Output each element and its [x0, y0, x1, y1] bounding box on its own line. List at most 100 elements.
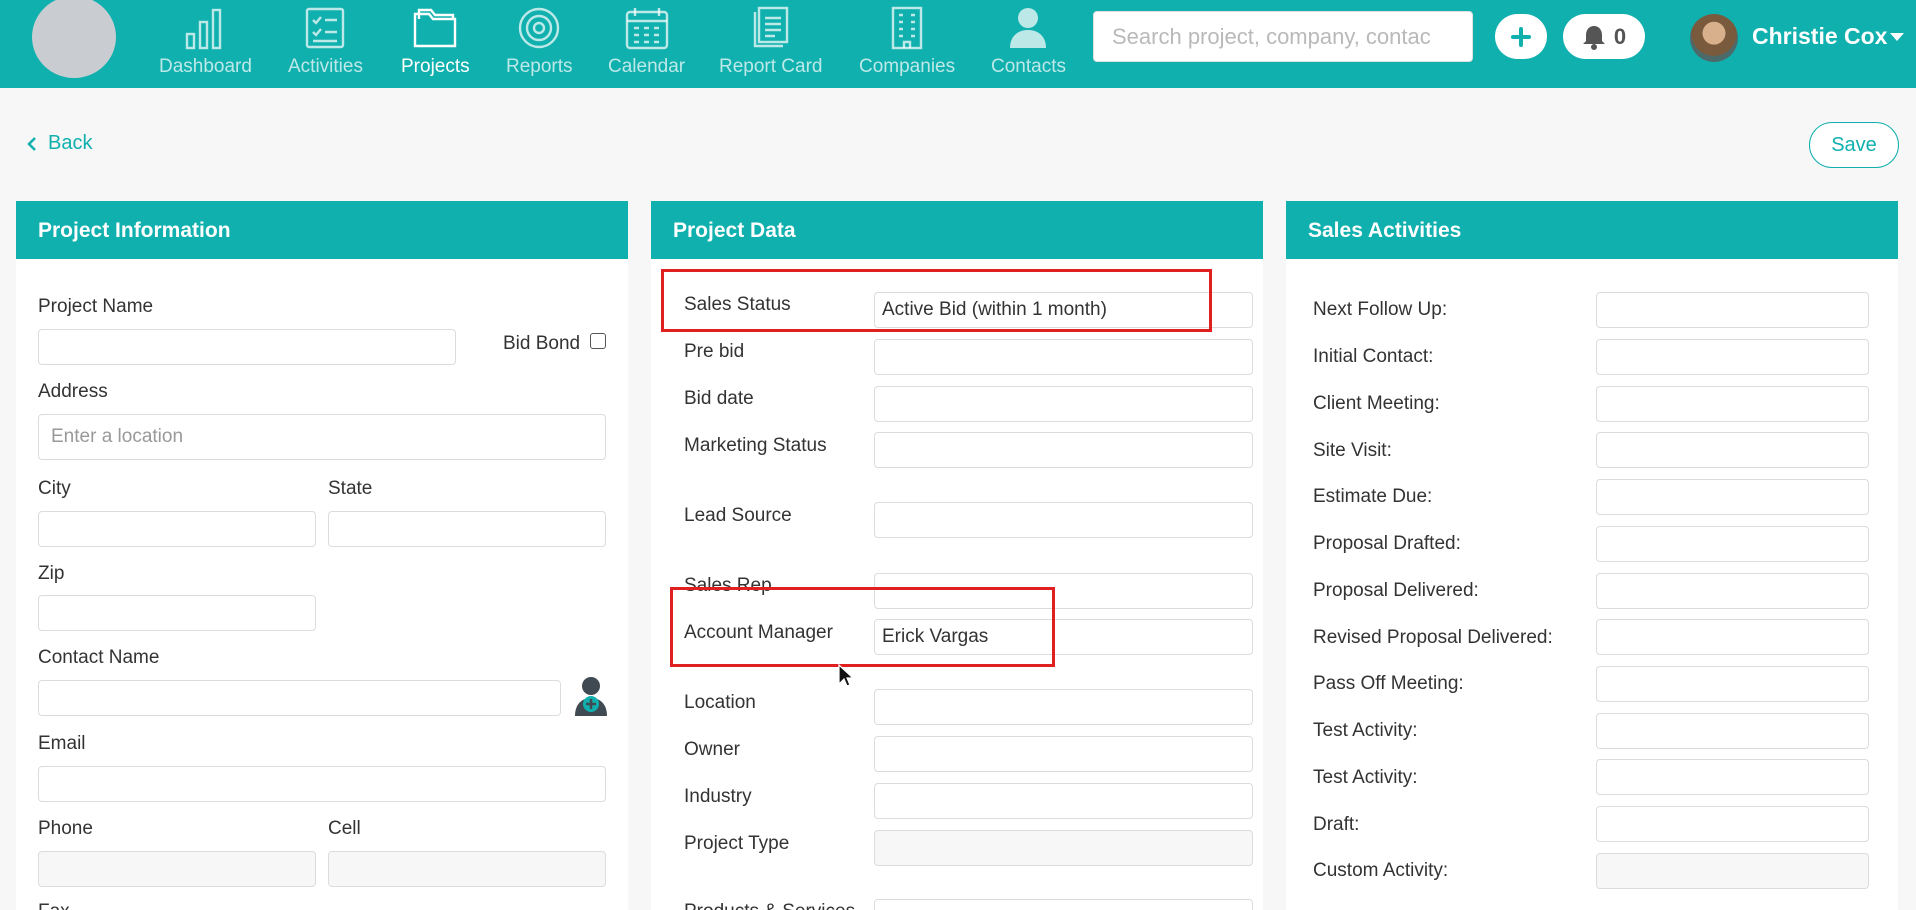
custom-activity-input[interactable]	[1596, 853, 1869, 889]
client-meeting-input[interactable]	[1596, 386, 1869, 422]
back-link[interactable]: Back	[26, 132, 92, 155]
nav-reports-label: Reports	[506, 56, 573, 77]
search-input[interactable]	[1093, 11, 1473, 62]
proposal-drafted-label: Proposal Drafted:	[1313, 533, 1461, 554]
nav-projects[interactable]: Projects	[401, 6, 470, 84]
fax-label: Fax	[38, 901, 70, 910]
chevron-left-icon	[27, 136, 36, 151]
cell-input[interactable]	[328, 851, 606, 887]
next-follow-up-label: Next Follow Up:	[1313, 299, 1448, 320]
chevron-down-icon[interactable]	[1890, 33, 1904, 41]
test-activity-input[interactable]	[1596, 759, 1869, 795]
test-activity-label: Test Activity:	[1313, 720, 1418, 741]
documents-icon	[753, 6, 788, 48]
nav-companies-label: Companies	[859, 56, 956, 77]
phone-input[interactable]	[38, 851, 316, 887]
revised-proposal-delivered-input[interactable]	[1596, 619, 1869, 655]
bid-date-input[interactable]	[874, 386, 1253, 422]
nav-report-card-label: Report Card	[719, 56, 823, 77]
pass-off-meeting-label: Pass Off Meeting:	[1313, 673, 1464, 694]
test-activity-label: Test Activity:	[1313, 767, 1418, 788]
checklist-icon	[306, 7, 345, 49]
zip-input[interactable]	[38, 595, 316, 631]
notifications-button[interactable]: 0	[1563, 14, 1645, 59]
test-activity-input[interactable]	[1596, 713, 1869, 749]
calendar-icon	[625, 8, 668, 50]
nav-dashboard[interactable]: Dashboard	[159, 6, 252, 84]
save-button[interactable]: Save	[1809, 122, 1899, 168]
client-meeting-label: Client Meeting:	[1313, 393, 1440, 414]
proposal-delivered-input[interactable]	[1596, 573, 1869, 609]
sales-activities-title: Sales Activities	[1286, 201, 1898, 259]
mouse-cursor-icon	[838, 664, 854, 687]
address-label: Address	[38, 381, 108, 402]
draft-input[interactable]	[1596, 806, 1869, 842]
zip-label: Zip	[38, 563, 65, 584]
nav-projects-label: Projects	[401, 56, 470, 77]
state-input[interactable]	[328, 511, 606, 547]
address-input[interactable]	[38, 414, 606, 460]
pre-bid-label: Pre bid	[684, 341, 745, 362]
add-button[interactable]	[1495, 14, 1547, 59]
revised-proposal-delivered-label: Revised Proposal Delivered:	[1313, 627, 1553, 648]
bar-chart-icon	[186, 8, 222, 50]
industry-input[interactable]	[874, 783, 1253, 819]
project-name-label: Project Name	[38, 296, 154, 317]
estimate-due-input[interactable]	[1596, 479, 1869, 515]
nav-report-card[interactable]: Report Card	[719, 6, 823, 84]
project-information-title: Project Information	[16, 201, 628, 259]
nav-contacts-label: Contacts	[991, 56, 1066, 77]
proposal-delivered-label: Proposal Delivered:	[1313, 580, 1479, 601]
user-avatar[interactable]	[1690, 14, 1738, 62]
add-contact-icon[interactable]	[574, 676, 608, 716]
owner-input[interactable]	[874, 736, 1253, 772]
nav-contacts[interactable]: Contacts	[991, 6, 1066, 84]
project-type-input[interactable]	[874, 830, 1253, 866]
project-data-title: Project Data	[651, 201, 1263, 259]
nav-companies[interactable]: Companies	[859, 6, 955, 84]
initial-contact-input[interactable]	[1596, 339, 1869, 375]
plus-icon	[1511, 26, 1531, 47]
pre-bid-input[interactable]	[874, 339, 1253, 375]
phone-label: Phone	[38, 818, 93, 839]
project-name-input[interactable]	[38, 329, 456, 365]
nav-reports[interactable]: Reports	[506, 6, 573, 84]
city-input[interactable]	[38, 511, 316, 547]
top-navbar: Dashboard Activities Projects Reports Ca…	[0, 0, 1916, 88]
folder-icon	[414, 8, 457, 48]
nav-dashboard-label: Dashboard	[159, 56, 252, 77]
notification-count: 0	[1613, 23, 1627, 49]
cell-label: Cell	[328, 818, 361, 839]
bid-bond-label: Bid Bond	[503, 333, 581, 354]
custom-activity-label: Custom Activity:	[1313, 860, 1449, 881]
marketing-status-label: Marketing Status	[684, 435, 827, 456]
location-input[interactable]	[874, 689, 1253, 725]
next-follow-up-input[interactable]	[1596, 292, 1869, 328]
user-name[interactable]: Christie Cox	[1752, 23, 1887, 50]
sales-status-highlight	[661, 269, 1212, 332]
email-input[interactable]	[38, 766, 606, 802]
site-visit-input[interactable]	[1596, 432, 1869, 468]
contact-name-input[interactable]	[38, 680, 561, 716]
estimate-due-label: Estimate Due:	[1313, 486, 1433, 507]
city-label: City	[38, 478, 71, 499]
site-visit-label: Site Visit:	[1313, 440, 1392, 461]
account-manager-highlight	[670, 587, 1055, 667]
proposal-drafted-input[interactable]	[1596, 526, 1869, 562]
nav-activities-label: Activities	[288, 56, 363, 77]
sales-activities-panel: Sales Activities Next Follow Up: Initial…	[1286, 201, 1898, 910]
bid-bond-checkbox[interactable]	[590, 333, 606, 349]
industry-label: Industry	[684, 786, 752, 807]
lead-source-input[interactable]	[874, 502, 1253, 538]
project-information-panel: Project Information Project Name Bid Bon…	[16, 201, 628, 910]
marketing-status-input[interactable]	[874, 432, 1253, 468]
state-label: State	[328, 478, 373, 499]
pass-off-meeting-input[interactable]	[1596, 666, 1869, 702]
bid-date-label: Bid date	[684, 388, 754, 409]
nav-calendar[interactable]: Calendar	[608, 6, 685, 84]
company-logo[interactable]	[32, 0, 116, 78]
location-label: Location	[684, 692, 756, 713]
email-label: Email	[38, 733, 86, 754]
nav-activities[interactable]: Activities	[288, 6, 363, 84]
products-services-input[interactable]	[874, 899, 1253, 910]
